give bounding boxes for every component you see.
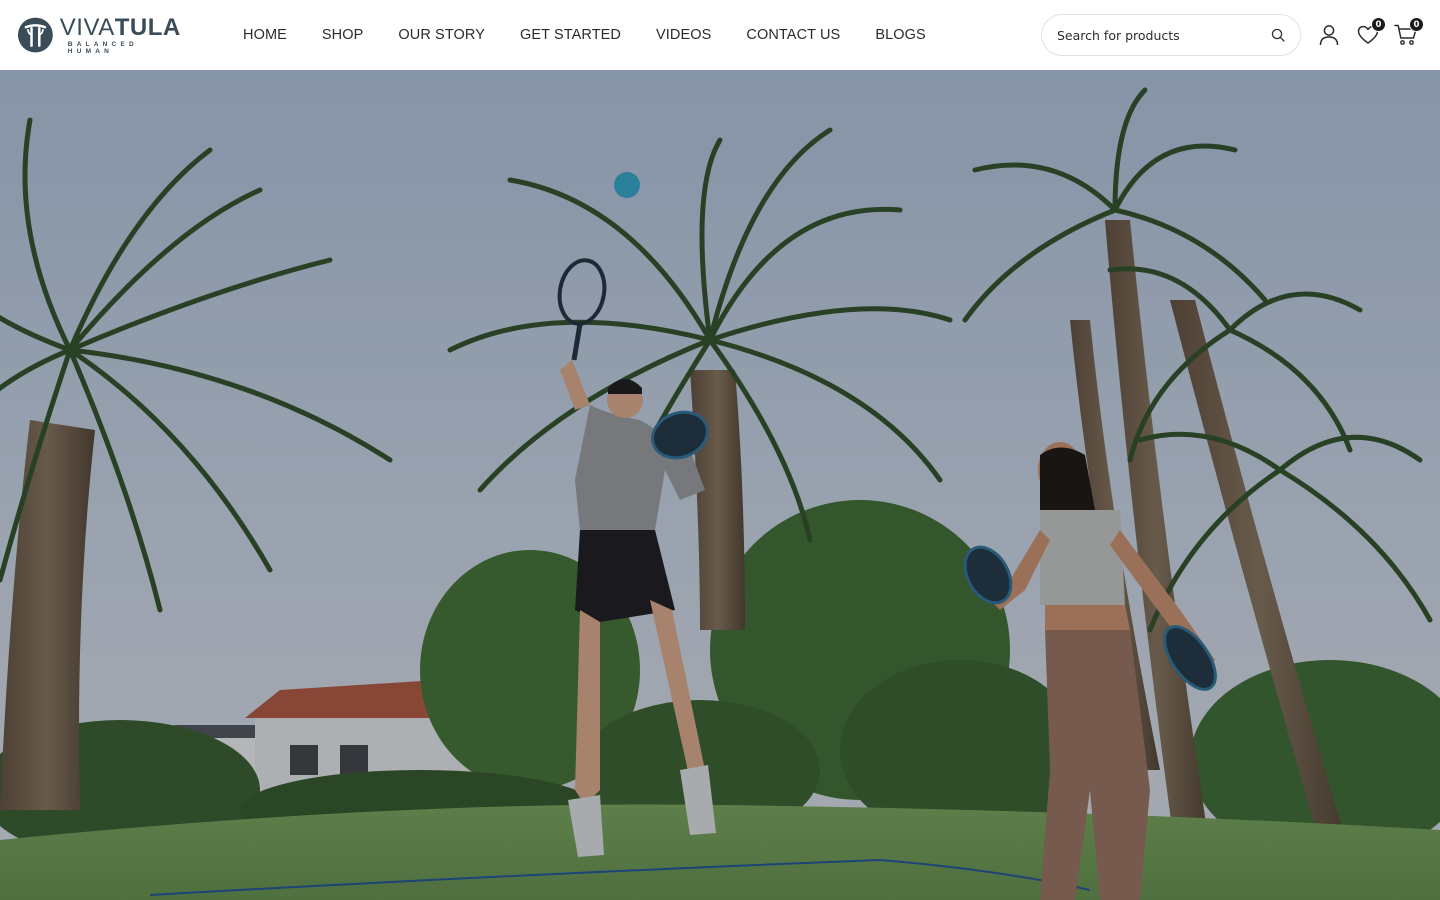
- user-icon: [1319, 25, 1339, 46]
- cart-count-badge: 0: [1409, 17, 1424, 32]
- tula-mark-icon: [17, 17, 53, 53]
- ball: [614, 172, 640, 198]
- cart-button[interactable]: 0: [1394, 17, 1424, 48]
- logo-text: VIVATULA BALANCED HUMAN: [59, 13, 185, 55]
- hero-image: [0, 70, 1440, 900]
- brand-logo[interactable]: VIVATULA BALANCED HUMAN: [17, 15, 185, 55]
- nav-item-get-started[interactable]: GET STARTED: [520, 27, 621, 43]
- nav-item-videos[interactable]: VIDEOS: [656, 27, 711, 43]
- nav-item-contact-us[interactable]: CONTACT US: [746, 27, 840, 43]
- nav-item-our-story[interactable]: OUR STORY: [398, 27, 485, 43]
- nav-item-shop[interactable]: SHOP: [322, 27, 364, 43]
- logo-wordmark: VIVATULA: [59, 13, 185, 41]
- hero-banner[interactable]: [0, 70, 1440, 900]
- search-input[interactable]: [1057, 27, 1270, 43]
- logo-word-bold: TULA: [114, 13, 181, 41]
- logo-word-light: VIVA: [59, 13, 115, 41]
- search-box: [1041, 14, 1301, 56]
- main-nav: HOME SHOP OUR STORY GET STARTED VIDEOS C…: [243, 0, 961, 70]
- nav-item-blogs[interactable]: BLOGS: [875, 27, 925, 43]
- wishlist-count-badge: 0: [1371, 17, 1386, 32]
- search-icon[interactable]: [1270, 27, 1286, 43]
- logo-tagline: BALANCED HUMAN: [67, 40, 138, 55]
- wishlist-button[interactable]: 0: [1356, 17, 1386, 48]
- account-button[interactable]: [1317, 22, 1341, 48]
- nav-item-home[interactable]: HOME: [243, 27, 287, 43]
- site-header: VIVATULA BALANCED HUMAN HOME SHOP OUR ST…: [0, 0, 1440, 70]
